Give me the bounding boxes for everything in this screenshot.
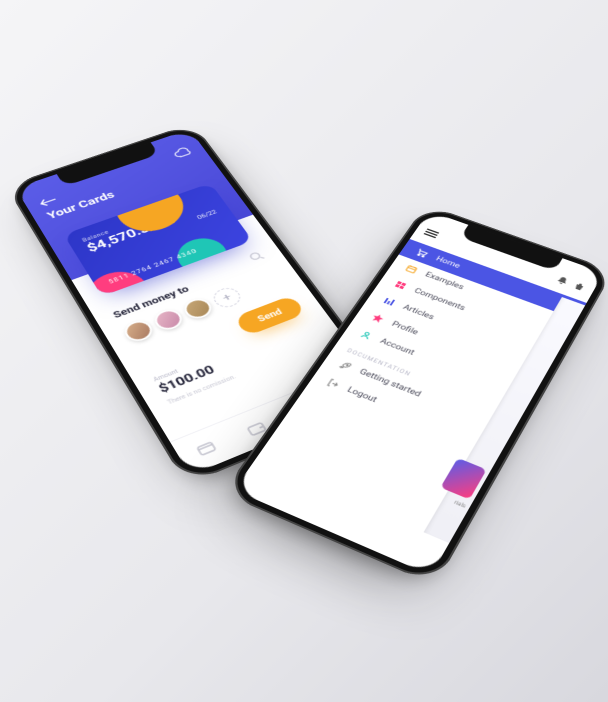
avatar[interactable] — [121, 318, 156, 345]
send-button[interactable]: Send — [234, 295, 306, 337]
avatar[interactable] — [180, 296, 215, 322]
bars-icon — [381, 296, 398, 307]
cloud-icon[interactable] — [171, 146, 194, 160]
amount-value: $100.00 — [156, 322, 321, 396]
sidebar-item-label: Home — [434, 255, 461, 270]
amount-label: Amount — [152, 317, 312, 383]
thumbnail-image[interactable] — [440, 458, 486, 500]
calendar-icon — [403, 263, 419, 274]
tab-cards-icon[interactable] — [195, 441, 217, 457]
back-arrow-icon[interactable] — [38, 195, 58, 207]
sidebar-item-label: Logout — [345, 386, 378, 405]
top-actions — [556, 275, 587, 292]
add-recipient-button[interactable]: + — [210, 285, 245, 311]
cart-icon — [414, 248, 430, 259]
star-icon — [369, 312, 386, 324]
send-money-heading: Send money to — [111, 255, 269, 320]
bag-icon[interactable] — [572, 281, 586, 292]
logout-icon — [324, 377, 342, 389]
rocket-icon — [336, 359, 353, 371]
plus-icon: + — [220, 291, 234, 304]
thumbnail-caption: rials — [453, 499, 467, 509]
bell-icon[interactable] — [556, 275, 570, 286]
user-icon — [357, 329, 374, 341]
avatar[interactable] — [151, 307, 186, 333]
grid-icon — [392, 279, 409, 290]
hamburger-icon[interactable] — [424, 228, 440, 238]
